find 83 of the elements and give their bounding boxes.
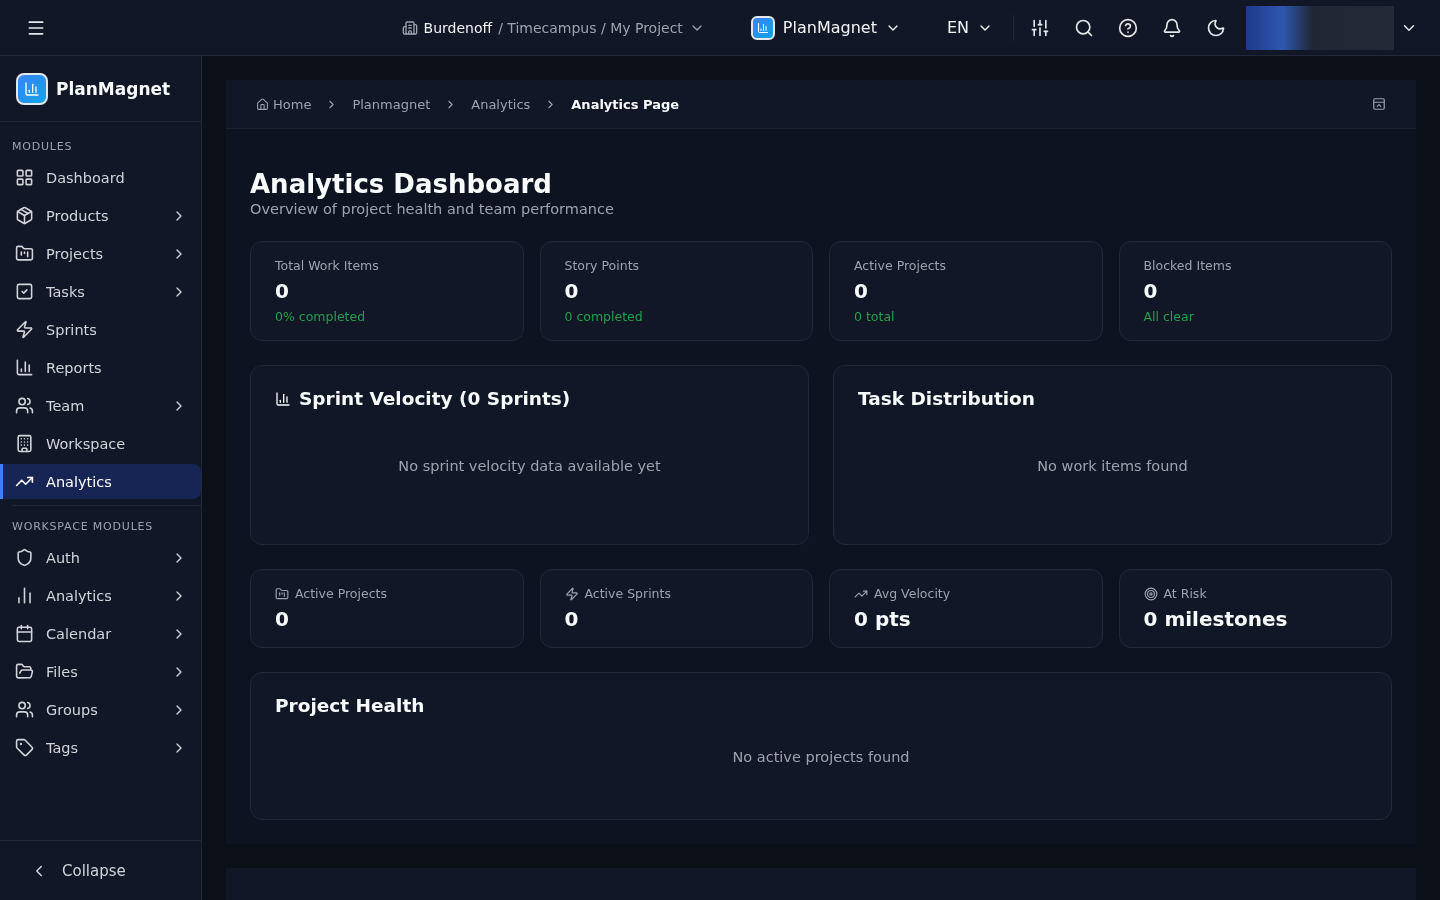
empty-message: No active projects found bbox=[732, 748, 910, 765]
metric-label: Active Projects bbox=[295, 586, 387, 601]
metric-label: Active Sprints bbox=[584, 586, 671, 601]
sidebar-item[interactable]: Analytics bbox=[0, 464, 201, 499]
people-icon bbox=[15, 700, 34, 719]
panel-toggle-icon[interactable] bbox=[1372, 97, 1386, 111]
section-heading: MODULES bbox=[11, 139, 74, 155]
card-title: Project Health bbox=[275, 695, 426, 716]
metric-value: 0 bbox=[564, 607, 580, 631]
breadcrumb-link[interactable]: Analytics bbox=[471, 96, 531, 112]
stat-label: Active Projects bbox=[854, 258, 947, 273]
tag-icon bbox=[15, 738, 34, 757]
stat-value: 0 bbox=[275, 279, 290, 303]
stat-value: 0 bbox=[564, 279, 580, 303]
stat-value: 0 bbox=[1143, 279, 1159, 303]
stat-label: Blocked Items bbox=[1143, 258, 1233, 273]
sidebar-item[interactable]: Sprints bbox=[0, 312, 201, 347]
home-icon bbox=[256, 97, 269, 111]
stat-note: 0% completed bbox=[275, 309, 367, 324]
sidebar-item[interactable]: Files bbox=[0, 654, 201, 689]
sidebar-item[interactable]: Products bbox=[0, 198, 201, 233]
calendar-icon bbox=[15, 624, 34, 643]
folder-icon bbox=[15, 662, 34, 681]
sidebar-item[interactable]: Tasks bbox=[0, 274, 201, 309]
metric-label: Avg Velocity bbox=[874, 586, 951, 601]
card-title: Task Distribution bbox=[858, 388, 1036, 409]
sidebar-item[interactable]: Auth bbox=[0, 540, 201, 575]
metric-value: 0 milestones bbox=[1143, 607, 1289, 631]
project-path: / Timecampus / My Project bbox=[498, 19, 683, 36]
app-logo-icon bbox=[750, 15, 775, 40]
organization-name: Burdenoff bbox=[423, 19, 493, 36]
sidebar-item[interactable]: Team bbox=[0, 388, 201, 423]
app-selector[interactable]: PlanMagnet bbox=[744, 14, 907, 41]
empty-message: No work items found bbox=[1037, 457, 1188, 474]
folder-icon bbox=[15, 244, 34, 263]
building-icon bbox=[401, 19, 418, 36]
brand-name: PlanMagnet bbox=[56, 78, 171, 99]
stat-label: Total Work Items bbox=[275, 258, 380, 273]
stat-label: Story Points bbox=[564, 258, 641, 273]
box-icon bbox=[15, 206, 34, 225]
metric-value: 0 bbox=[275, 607, 290, 631]
sidebar-item[interactable]: Dashboard bbox=[0, 160, 201, 195]
sidebar-item[interactable]: Projects bbox=[0, 236, 201, 271]
building-icon bbox=[15, 434, 34, 453]
language-selector[interactable]: EN bbox=[940, 17, 999, 38]
stat-value: 0 bbox=[854, 279, 869, 303]
bell-icon[interactable] bbox=[1162, 17, 1182, 38]
breadcrumb-link[interactable]: Home bbox=[256, 96, 312, 112]
bar-chart-icon bbox=[15, 586, 34, 605]
sidebar-item[interactable]: Calendar bbox=[0, 616, 201, 651]
page-title: Analytics Dashboard bbox=[250, 169, 553, 199]
workspace-selector[interactable]: Burdenoff / Timecampus / My Project bbox=[395, 18, 711, 37]
metric-value: 0 pts bbox=[854, 607, 912, 631]
checkbox-icon bbox=[15, 282, 34, 301]
section-heading: WORKSPACE MODULES bbox=[11, 519, 155, 535]
sidebar-item[interactable]: Reports bbox=[0, 350, 201, 385]
breadcrumb-link[interactable]: Planmagnet bbox=[352, 96, 431, 112]
lightning-icon bbox=[564, 586, 579, 601]
sliders-icon[interactable] bbox=[1030, 17, 1050, 38]
bar-chart-icon bbox=[15, 358, 34, 377]
metric-label: At Risk bbox=[1163, 586, 1207, 601]
breadcrumb-link[interactable]: Analytics Page bbox=[571, 96, 680, 112]
page-subtitle: Overview of project health and team performance bbox=[250, 201, 615, 217]
search-icon[interactable] bbox=[1074, 17, 1094, 38]
sidebar-item[interactable]: Workspace bbox=[0, 426, 201, 461]
stat-note: 0 completed bbox=[564, 309, 644, 324]
sidebar-item[interactable]: Tags bbox=[0, 730, 201, 765]
folder-icon bbox=[275, 586, 289, 601]
target-icon bbox=[1143, 586, 1158, 601]
help-icon[interactable] bbox=[1118, 17, 1138, 38]
stat-note: All clear bbox=[1143, 309, 1195, 324]
moon-icon[interactable] bbox=[1206, 17, 1226, 38]
lightning-icon bbox=[15, 320, 34, 339]
app-logo-icon bbox=[16, 72, 48, 105]
shield-icon bbox=[15, 548, 34, 567]
people-icon bbox=[15, 396, 34, 415]
stat-note: 0 total bbox=[854, 309, 896, 324]
sidebar-item[interactable]: Analytics bbox=[0, 578, 201, 613]
sidebar-item[interactable]: Groups bbox=[0, 692, 201, 727]
card-title: Sprint Velocity (0 Sprints) bbox=[275, 388, 784, 409]
profile-image-placeholder[interactable] bbox=[1246, 5, 1394, 50]
grid-icon bbox=[15, 168, 34, 187]
empty-message: No sprint velocity data available yet bbox=[398, 457, 661, 474]
